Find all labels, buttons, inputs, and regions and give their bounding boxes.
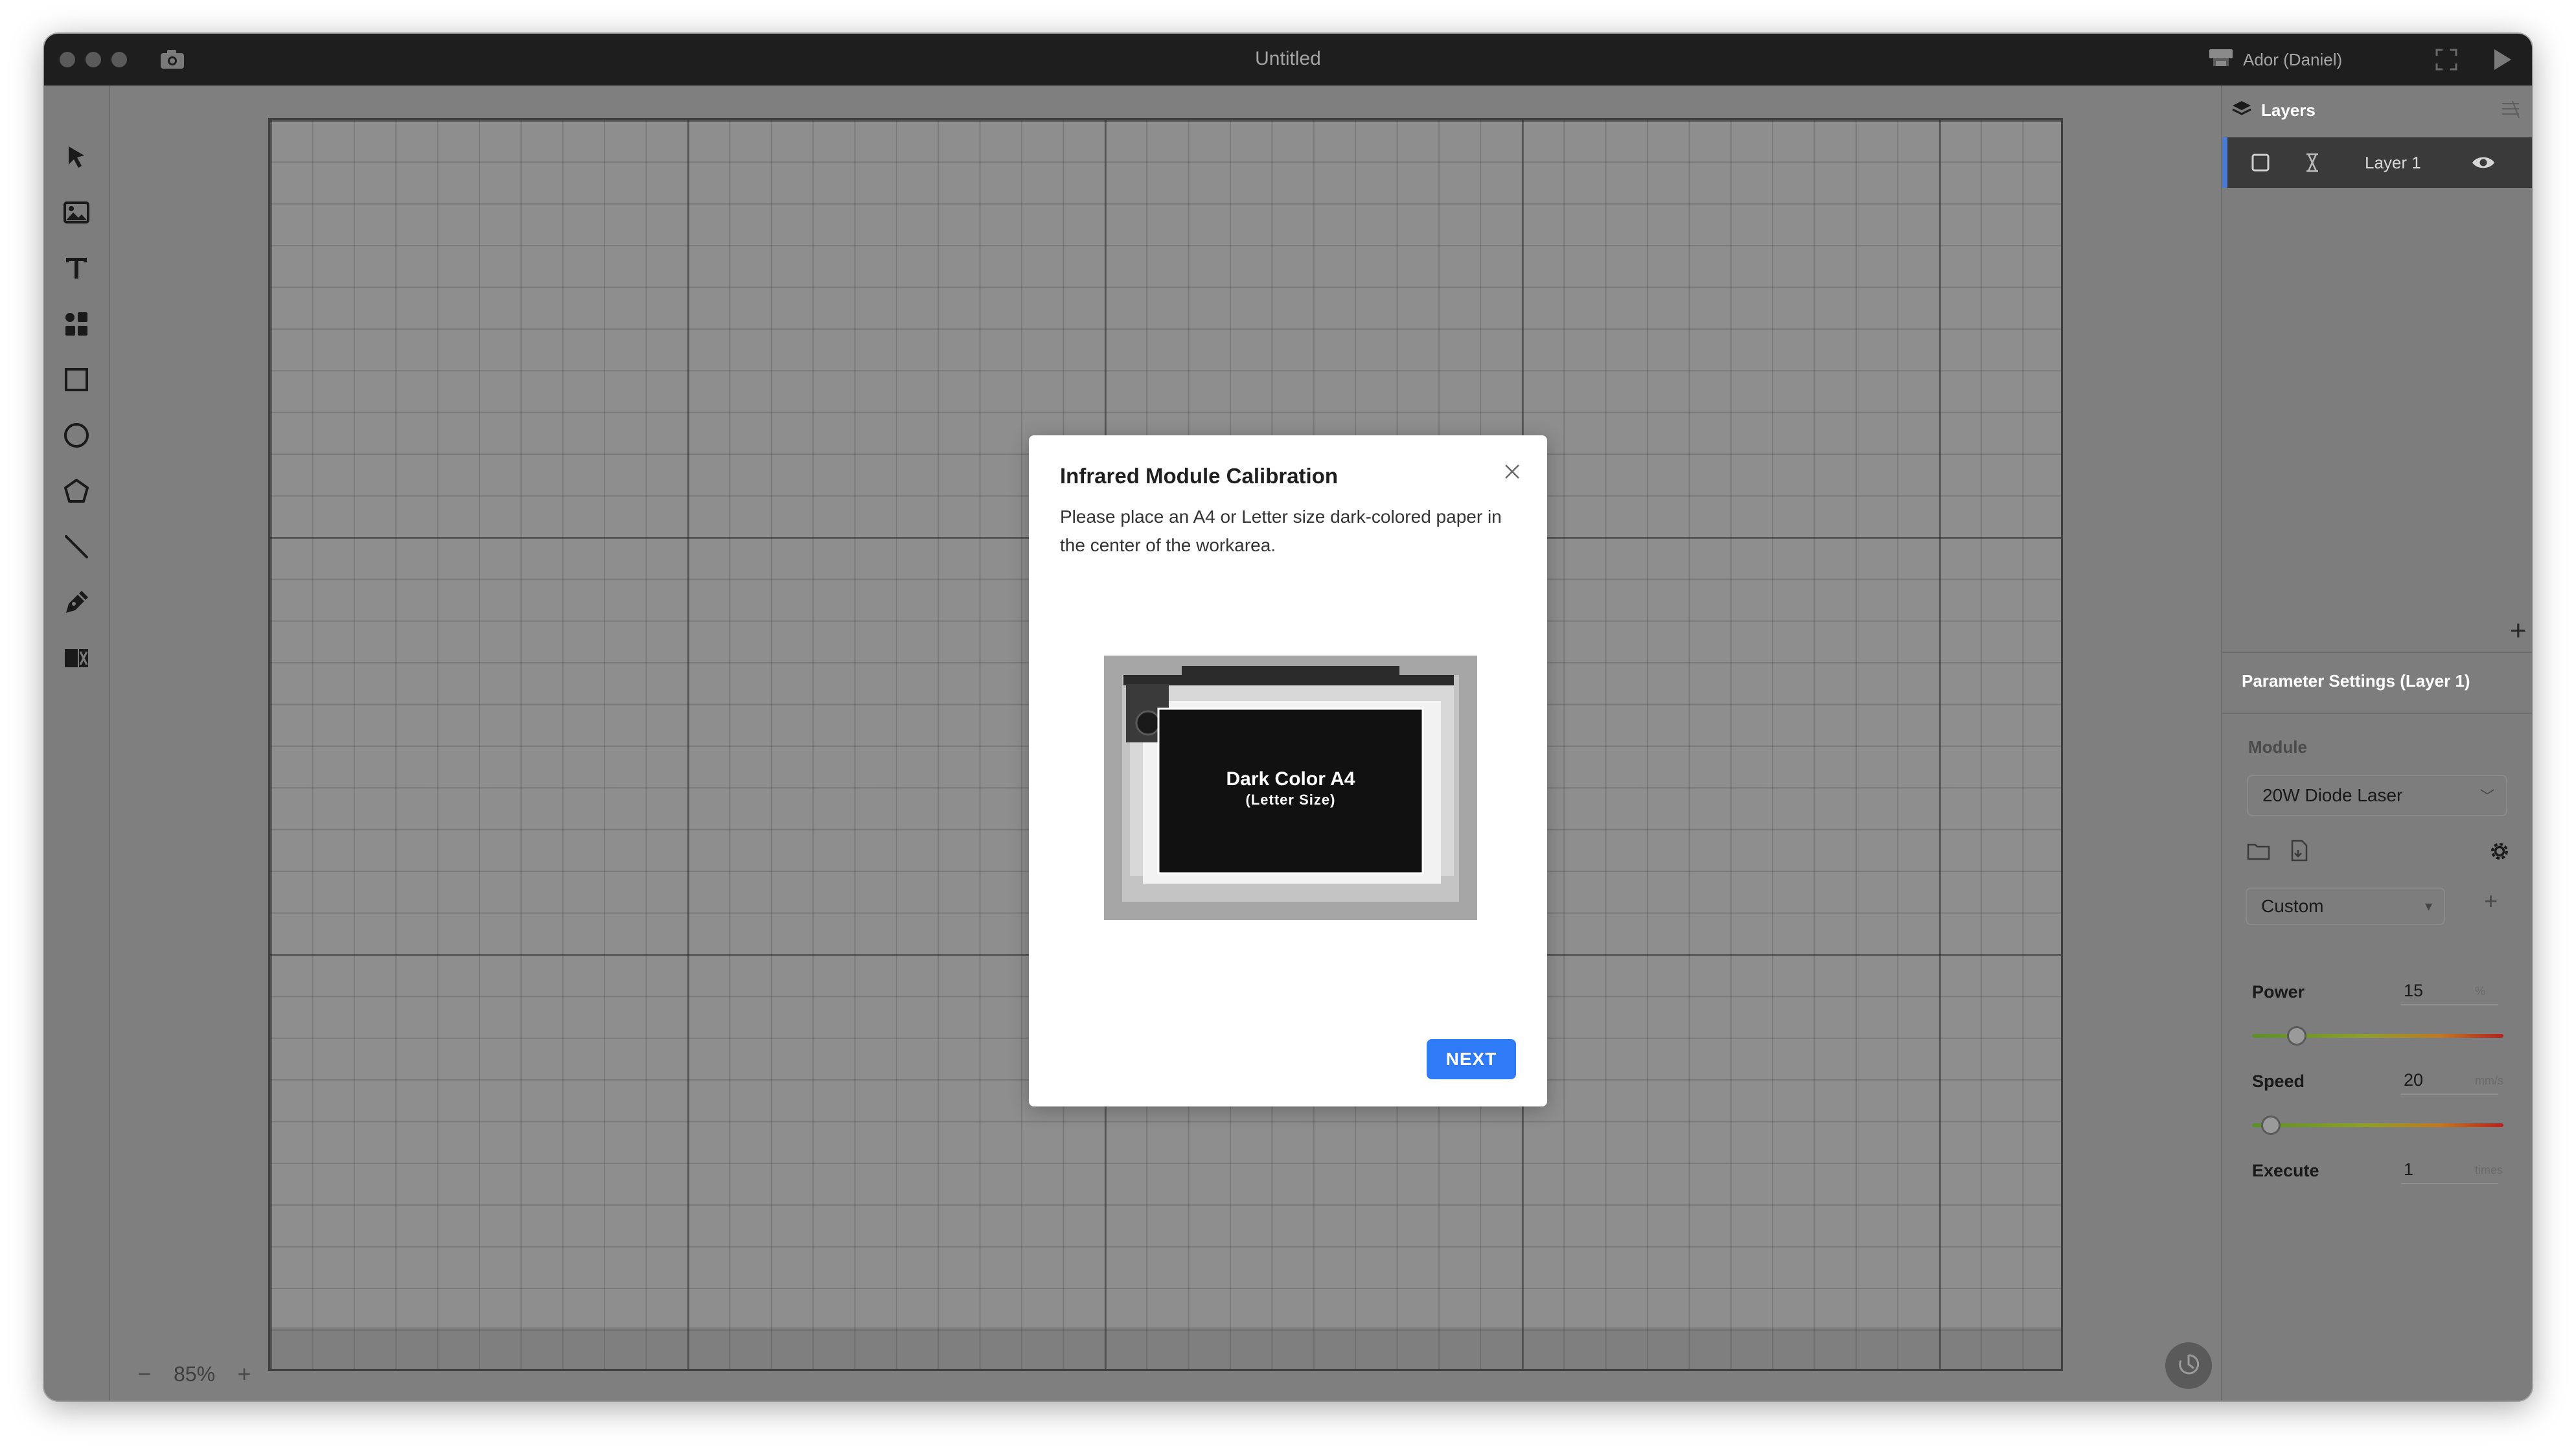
device-label: Ador (Daniel) (2243, 49, 2343, 69)
dialog-title: Infrared Module Calibration (1060, 464, 1339, 488)
fullscreen-icon[interactable] (2435, 48, 2458, 71)
app-window: Untitled Ador (Daniel) − 85% + Layers La… (44, 34, 2532, 1401)
device-selector[interactable]: Ador (Daniel) (2207, 47, 2342, 73)
illustration-label-line2: (Letter Size) (1246, 792, 1336, 808)
dialog-description: Please place an A4 or Letter size dark-c… (1060, 507, 1502, 555)
play-icon[interactable] (2490, 47, 2514, 73)
device-icon (2207, 47, 2235, 73)
close-icon[interactable] (1501, 460, 1524, 483)
window-title: Untitled (1255, 48, 1321, 69)
calibration-illustration: Dark Color A4 (Letter Size) (1104, 656, 1477, 920)
title-bar: Untitled Ador (Daniel) (44, 34, 2532, 86)
illustration-label-line1: Dark Color A4 (1226, 768, 1355, 790)
modal-overlay: Infrared Module Calibration Please place… (44, 86, 2532, 1401)
next-button[interactable]: NEXT (1427, 1039, 1516, 1079)
calibration-dialog: Infrared Module Calibration Please place… (1029, 435, 1547, 1106)
